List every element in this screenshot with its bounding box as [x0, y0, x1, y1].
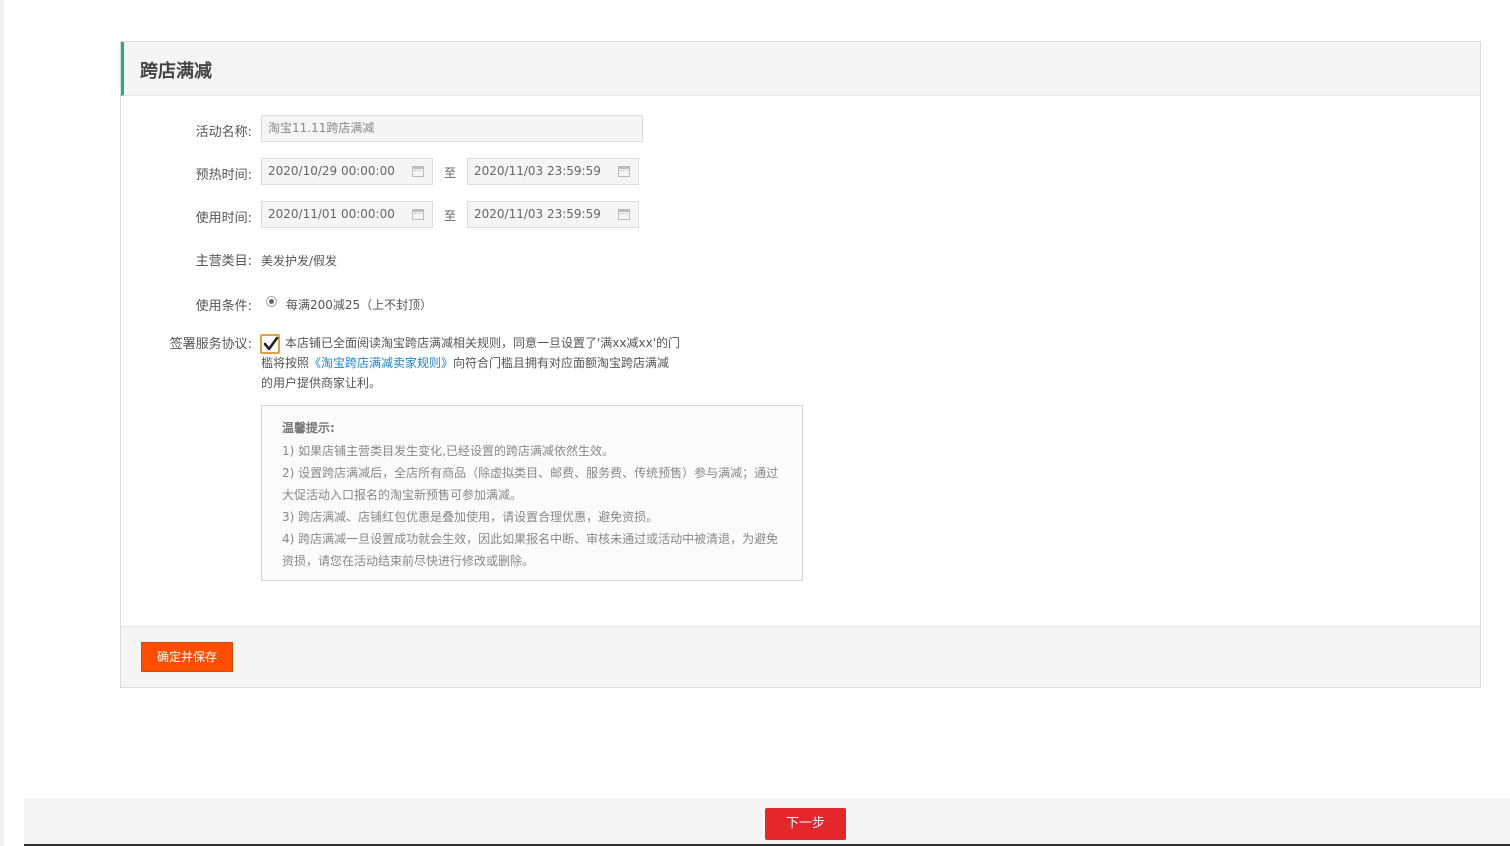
- tips-line: 4) 跨店满减一旦设置成功就会生效，因此如果报名中断、审核未通过或活动中被清退，…: [282, 532, 779, 568]
- panel-title: 跨店满减: [140, 61, 212, 82]
- preheat-start-input[interactable]: 2020/10/29 00:00:00: [261, 158, 433, 185]
- preheat-end-input[interactable]: 2020/11/03 23:59:59: [467, 158, 639, 185]
- confirm-save-button[interactable]: 确定并保存: [141, 642, 233, 672]
- activity-name-label: 活动名称:: [195, 125, 252, 140]
- rules-link[interactable]: 《淘宝跨店满减卖家规则》: [309, 356, 453, 370]
- bottom-action-bar: 下一步: [24, 798, 1510, 846]
- condition-label: 使用条件:: [195, 299, 252, 314]
- preheat-start-value: 2020/10/29 00:00:00: [268, 164, 395, 178]
- tips-line: 3) 跨店满减、店铺红包优惠是叠加使用，请设置合理优惠，避免资损。: [282, 510, 659, 524]
- use-time-label: 使用时间:: [195, 211, 252, 226]
- condition-option-text: 每满200减25（上不封顶）: [286, 298, 433, 312]
- agreement-text: 本店铺已全面阅读淘宝跨店满减相关规则，同意一旦设置了'满xx减xx'的门槛将按照…: [261, 333, 681, 393]
- category-label: 主营类目:: [195, 254, 252, 269]
- panel-header: 跨店满减: [121, 42, 1480, 96]
- use-end-value: 2020/11/03 23:59:59: [474, 207, 601, 221]
- panel-footer: 确定并保存: [121, 626, 1480, 687]
- calendar-icon[interactable]: [618, 209, 630, 220]
- activity-name-field[interactable]: 淘宝11.11跨店满减: [261, 115, 643, 142]
- use-start-input[interactable]: 2020/11/01 00:00:00: [261, 201, 433, 228]
- next-step-button[interactable]: 下一步: [765, 808, 846, 840]
- agreement-label: 签署服务协议:: [169, 337, 252, 352]
- tips-title: 温馨提示:: [282, 421, 335, 435]
- use-end-input[interactable]: 2020/11/03 23:59:59: [467, 201, 639, 228]
- calendar-icon[interactable]: [618, 166, 630, 177]
- calendar-icon[interactable]: [412, 209, 424, 220]
- use-start-value: 2020/11/01 00:00:00: [268, 207, 395, 221]
- tips-line: 2) 设置跨店满减后，全店所有商品（除虚拟类目、邮费、服务费、传统预售）参与满减…: [282, 466, 779, 502]
- preheat-time-label: 预热时间:: [195, 168, 252, 183]
- use-to-text: 至: [444, 209, 457, 223]
- tips-line: 1) 如果店铺主营类目发生变化,已经设置的跨店满减依然生效。: [282, 444, 614, 458]
- calendar-icon[interactable]: [412, 166, 424, 177]
- category-value: 美发护发/假发: [261, 254, 338, 268]
- left-edge-strip: [0, 0, 4, 846]
- tips-box: 温馨提示: 1) 如果店铺主营类目发生变化,已经设置的跨店满减依然生效。 2) …: [261, 405, 803, 581]
- condition-radio[interactable]: [266, 296, 277, 307]
- preheat-end-value: 2020/11/03 23:59:59: [474, 164, 601, 178]
- preheat-to-text: 至: [444, 166, 457, 180]
